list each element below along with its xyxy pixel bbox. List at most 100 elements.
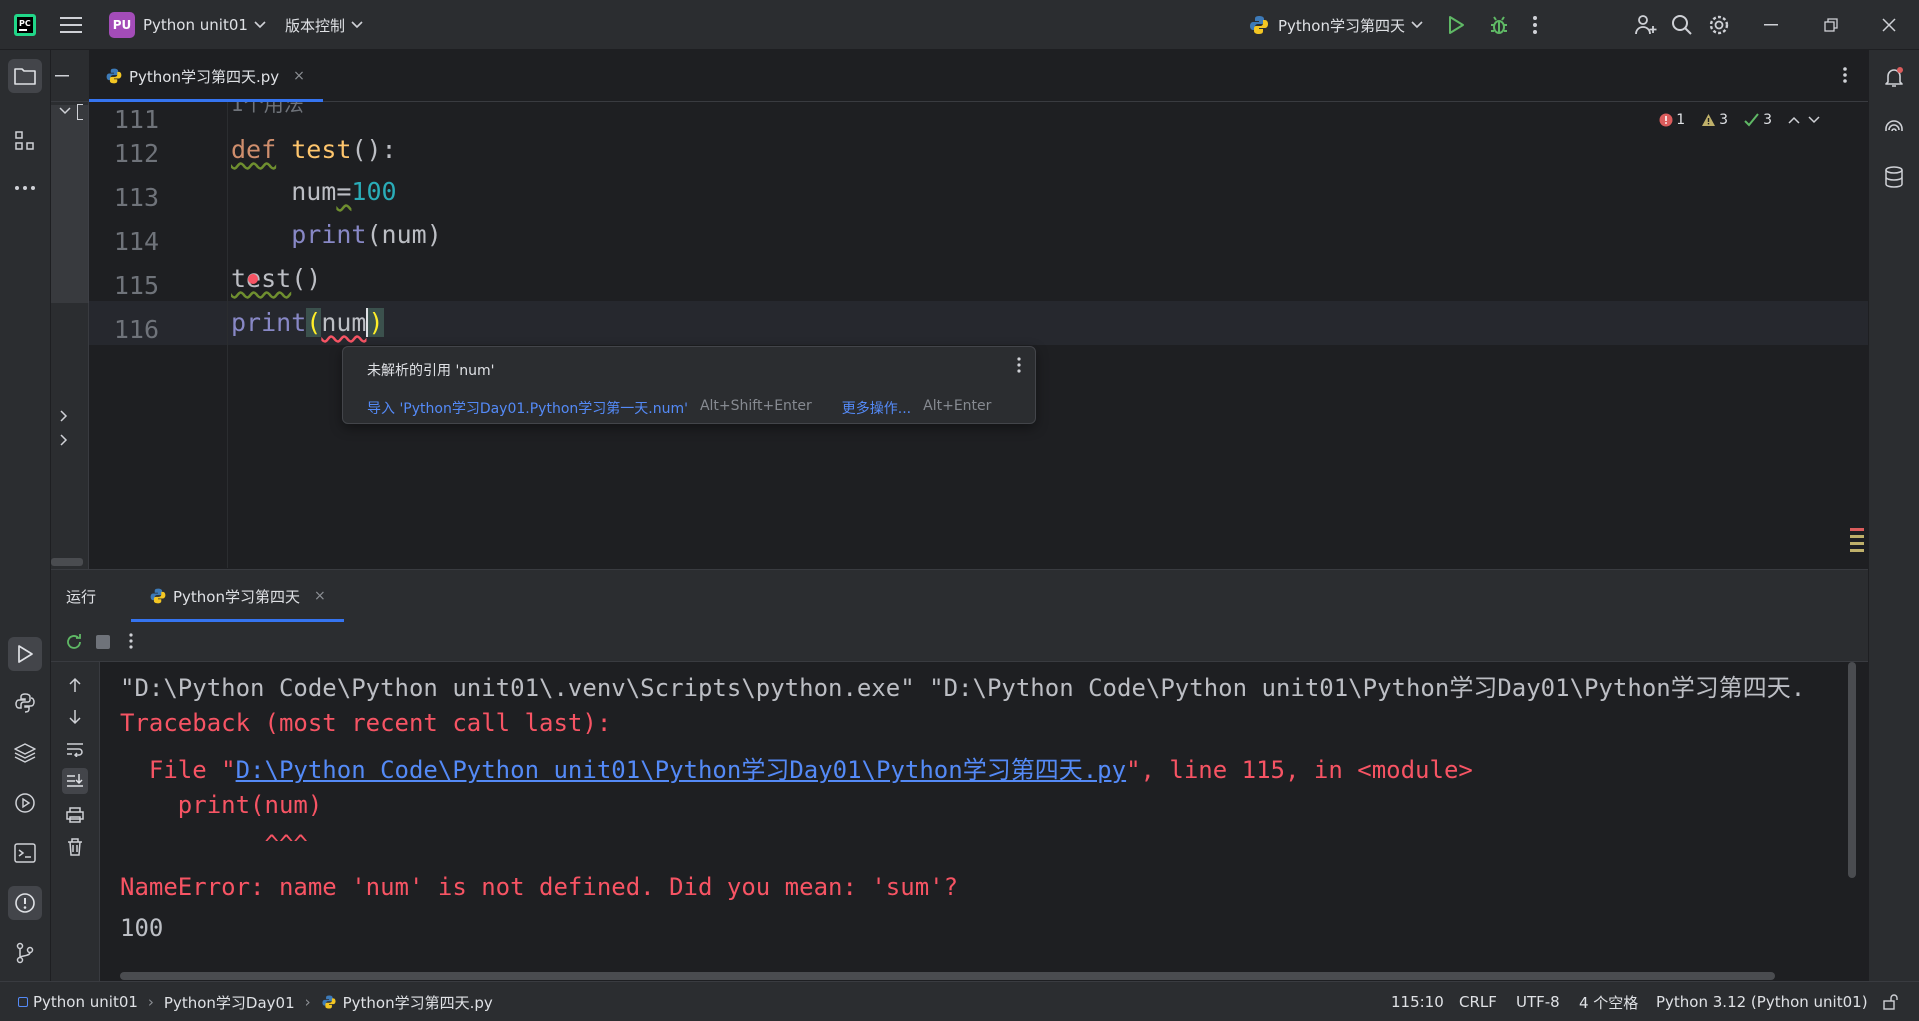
minimize-panel-icon[interactable] — [55, 74, 69, 77]
clear-all-button[interactable] — [62, 834, 88, 860]
scroll-to-end-button[interactable] — [62, 768, 88, 794]
more-actions-link[interactable]: 更多操作... — [842, 398, 911, 418]
console-hscroll[interactable] — [120, 972, 1775, 980]
restore-button[interactable] — [1824, 0, 1838, 50]
vcs-menu[interactable]: 版本控制 — [285, 0, 363, 50]
terminal-tool-button[interactable] — [8, 836, 42, 870]
run-config-name: Python学习第四天 — [1278, 16, 1405, 35]
breadcrumb-project[interactable]: Python unit01 — [33, 993, 138, 1011]
code-line-114[interactable]: test() — [231, 264, 321, 293]
rerun-button[interactable] — [64, 632, 84, 652]
editor-tab[interactable]: Python学习第四天.py × — [89, 50, 323, 102]
run-tool-button[interactable] — [8, 637, 42, 671]
wrap-icon — [67, 743, 83, 757]
run-options-button[interactable] — [129, 633, 133, 649]
code-line-112[interactable]: num=100 — [231, 177, 396, 206]
ai-assistant-button[interactable] — [1877, 110, 1911, 144]
chevron-down-icon — [1411, 21, 1423, 29]
debug-button[interactable] — [1488, 0, 1510, 50]
console-error-message: NameError: name 'num' is not defined. Di… — [120, 873, 959, 901]
console-traceback: Traceback (most recent call last): — [120, 709, 612, 737]
close-tab-icon[interactable]: × — [293, 68, 305, 84]
error-bulb-icon[interactable] — [248, 274, 258, 284]
stop-button[interactable] — [96, 635, 110, 649]
main-menu-icon[interactable] — [60, 0, 82, 50]
console-output[interactable]: "D:\Python Code\Python unit01\.venv\Scri… — [120, 662, 1860, 972]
close-tab-icon[interactable]: × — [314, 588, 326, 604]
layers-icon — [14, 743, 36, 763]
caret-position[interactable]: 115:10 — [1391, 982, 1444, 1021]
python-icon — [1250, 16, 1268, 34]
print-button[interactable] — [62, 802, 88, 828]
project-tool-button[interactable] — [8, 59, 42, 93]
project-switcher[interactable]: PU Python unit01 — [109, 0, 266, 50]
tree-node-root[interactable] — [59, 106, 71, 116]
error-count[interactable]: 1 — [1659, 112, 1693, 128]
import-action-link[interactable]: 导入 'Python学习Day01.Python学习第一天.num' — [367, 398, 688, 418]
code-line-111[interactable]: def test(): — [231, 135, 397, 164]
breadcrumb-folder[interactable]: Python学习Day01 — [164, 992, 295, 1013]
close-window-button[interactable] — [1882, 0, 1896, 50]
run-button[interactable] — [1447, 0, 1465, 50]
prev-problem-button[interactable] — [1788, 116, 1800, 124]
editor-tab-options[interactable] — [1842, 66, 1848, 84]
scroll-up-button[interactable] — [62, 672, 88, 698]
terminal-icon — [14, 843, 36, 863]
left-tool-strip — [0, 50, 51, 981]
code-editor[interactable]: 111 112 113 114 115 116 1个用法 def test():… — [89, 102, 1868, 568]
code-line-113[interactable]: print(num) — [231, 220, 442, 249]
interpreter-selector[interactable]: Python 3.12 (Python unit01) — [1656, 982, 1868, 1021]
indent-setting[interactable]: 4 个空格 — [1579, 982, 1638, 1021]
next-problem-button[interactable] — [1808, 116, 1820, 124]
project-badge: PU — [109, 12, 135, 38]
structure-tool-button[interactable] — [8, 124, 42, 158]
popup-actions: 导入 'Python学习Day01.Python学习第一天.num' Alt+S… — [367, 398, 991, 418]
minimize-button[interactable] — [1764, 0, 1778, 50]
more-vertical-icon — [1843, 67, 1847, 83]
project-panel-header — [51, 50, 89, 102]
read-only-toggle[interactable] — [1883, 982, 1899, 1021]
warning-count[interactable]: 3 — [1701, 112, 1736, 128]
notifications-button[interactable] — [1877, 60, 1911, 94]
typo-count[interactable]: 3 — [1744, 112, 1780, 128]
run-config-selector[interactable]: Python学习第四天 — [1248, 0, 1423, 50]
more-tools-button[interactable] — [8, 171, 42, 205]
scroll-down-button[interactable] — [62, 704, 88, 730]
pycharm-logo-icon[interactable]: PC — [12, 0, 38, 50]
chevron-down-icon — [254, 21, 266, 29]
services-tool-button[interactable] — [8, 786, 42, 820]
settings-button[interactable] — [1708, 0, 1730, 50]
inspection-widget[interactable]: 1 3 3 — [1659, 112, 1828, 128]
error-stripe-marker[interactable] — [1850, 526, 1864, 562]
gear-icon — [1709, 15, 1729, 35]
popup-options-button[interactable] — [1017, 357, 1021, 373]
console-command-line: "D:\Python Code\Python unit01\.venv\Scri… — [120, 674, 1806, 702]
file-encoding[interactable]: UTF-8 — [1516, 982, 1560, 1021]
search-button[interactable] — [1671, 0, 1693, 50]
close-icon — [1882, 18, 1896, 32]
project-hscroll[interactable] — [51, 558, 83, 566]
more-vertical-icon — [129, 633, 133, 649]
tree-node-scratches[interactable] — [59, 434, 69, 446]
run-icon — [1449, 16, 1464, 34]
ai-assistant-icon — [1885, 120, 1903, 132]
problems-tool-button[interactable] — [8, 886, 42, 920]
more-actions-button[interactable] — [1532, 0, 1538, 50]
usage-hint[interactable]: 1个用法 — [231, 102, 304, 117]
traceback-file-link[interactable]: D:\Python Code\Python unit01\Python学习Day… — [236, 756, 1126, 784]
soft-wrap-button[interactable] — [62, 736, 88, 762]
line-separator[interactable]: CRLF — [1459, 982, 1497, 1021]
git-tool-button[interactable] — [8, 936, 42, 970]
layers-tool-button[interactable] — [8, 736, 42, 770]
breadcrumb-file[interactable]: Python学习第四天.py — [343, 992, 493, 1013]
run-tab[interactable]: Python学习第四天 × — [131, 570, 344, 622]
python-packages-button[interactable] — [8, 686, 42, 720]
code-line-115[interactable]: print(num) — [231, 308, 384, 337]
tree-node-external-libs[interactable] — [59, 410, 69, 422]
popup-title: 未解析的引用 'num' — [367, 363, 495, 379]
database-button[interactable] — [1877, 160, 1911, 194]
error-icon — [1659, 113, 1673, 127]
add-collaborator-button[interactable] — [1634, 0, 1658, 50]
console-vscroll[interactable] — [1848, 662, 1856, 878]
console-error-caret: ^^^ — [120, 830, 308, 858]
